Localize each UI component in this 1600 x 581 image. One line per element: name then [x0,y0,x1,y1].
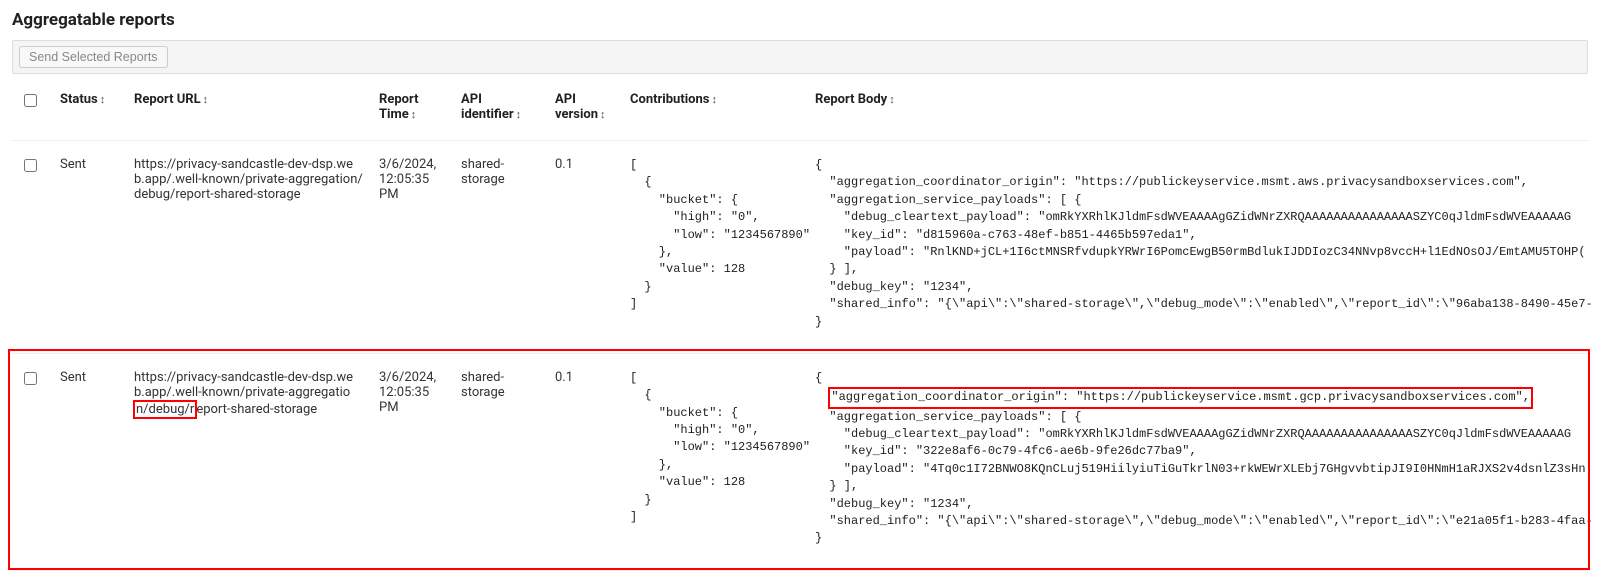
api-version-cell: 0.1 [547,353,622,570]
api-identifier-header[interactable]: API identifier↕ [453,84,547,141]
sort-icon: ↕ [516,108,522,121]
send-selected-reports-button[interactable]: Send Selected Reports [19,46,168,68]
report-url-cell: https://privacy-sandcastle-dev-dsp.web.a… [126,353,371,570]
status-cell: Sent [52,141,126,354]
report-body-cell: { "aggregation_coordinator_origin": "htt… [807,353,1588,570]
report-body-cell: { "aggregation_coordinator_origin": "htt… [807,141,1588,354]
contributions-cell: [ { "bucket": { "high": "0", "low": "123… [622,141,807,354]
select-all-header [12,84,52,141]
report-time-cell: 3/6/2024, 12:05:35 PM [371,141,453,354]
api-version-cell: 0.1 [547,141,622,354]
table-row: Sent https://privacy-sandcastle-dev-dsp.… [12,353,1588,570]
select-all-checkbox[interactable] [24,94,37,107]
row-checkbox[interactable] [24,159,37,172]
sort-icon: ↕ [411,108,417,121]
report-time-cell: 3/6/2024, 12:05:35 PM [371,353,453,570]
api-identifier-cell: shared-storage [453,353,547,570]
report-time-header[interactable]: Report Time↕ [371,84,453,141]
sort-icon: ↕ [889,93,895,106]
table-row: Sent https://privacy-sandcastle-dev-dsp.… [12,141,1588,354]
contributions-cell: [ { "bucket": { "high": "0", "low": "123… [622,353,807,570]
annotation-box: "aggregation_coordinator_origin": "https… [828,387,1533,408]
sort-icon: ↕ [600,108,606,121]
reports-table: Status↕ Report URL↕ Report Time↕ API ide… [12,84,1588,571]
row-checkbox[interactable] [24,372,37,385]
status-header[interactable]: Status↕ [52,84,126,141]
sort-icon: ↕ [711,93,717,106]
contributions-header[interactable]: Contributions↕ [622,84,807,141]
sort-icon: ↕ [100,93,106,106]
sort-icon: ↕ [203,93,209,106]
report-url-header[interactable]: Report URL↕ [126,84,371,141]
status-cell: Sent [52,353,126,570]
api-identifier-cell: shared-storage [453,141,547,354]
toolbar: Send Selected Reports [12,40,1588,74]
report-body-header[interactable]: Report Body↕ [807,84,1588,141]
api-version-header[interactable]: API version↕ [547,84,622,141]
page-title: Aggregatable reports [12,10,1588,30]
annotation-box: n/debug/r [133,400,197,419]
report-url-cell: https://privacy-sandcastle-dev-dsp.web.a… [126,141,371,354]
